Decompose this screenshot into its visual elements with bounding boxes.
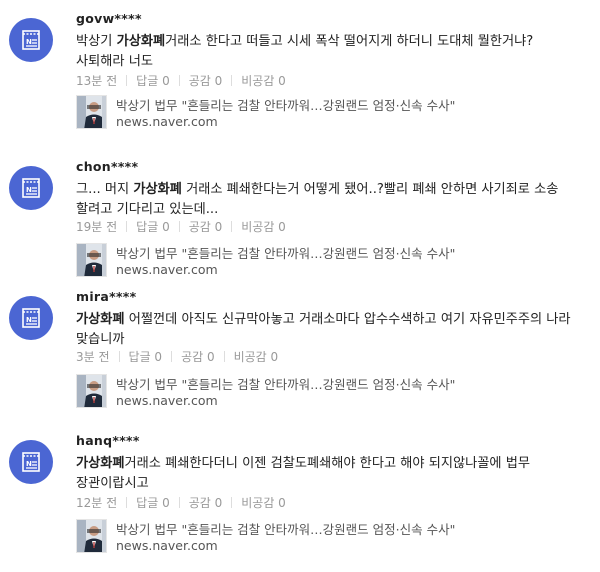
comment-keyword: 가상화폐 [133, 182, 182, 197]
comment-time: 3분 전 [76, 350, 110, 364]
svg-text:N: N [26, 460, 32, 468]
comment-text-prefix: 그... 머지 [76, 182, 134, 197]
comment-username[interactable]: chon**** [76, 159, 138, 174]
meta-divider [178, 75, 180, 86]
dislike-button[interactable]: 비공감 0 [241, 494, 286, 511]
comment-keyword: 가상화폐 [76, 456, 125, 471]
meta-divider [118, 351, 120, 362]
reply-button[interactable]: 답글 0 [136, 494, 170, 511]
meta-divider [171, 351, 173, 362]
dislike-button[interactable]: 비공감 0 [241, 218, 286, 235]
svg-text:N: N [26, 38, 32, 46]
comment-meta: 3분 전 답글 0 공감 0 비공감 0 [76, 348, 278, 365]
comment-meta: 12분 전 답글 0 공감 0 비공감 0 [76, 494, 286, 511]
meta-divider [178, 497, 180, 508]
comment-text-body: 어쩔껀데 아직도 신규막아놓고 거래소마다 압수수색하고 여기 자유민주주의 나… [76, 312, 571, 347]
comment-username[interactable]: mira**** [76, 289, 136, 304]
meta-divider [126, 221, 128, 232]
meta-divider [178, 221, 180, 232]
article-domain: news.naver.com [116, 262, 218, 277]
meta-divider [126, 497, 128, 508]
comment-text: 가상화폐 어쩔껀데 아직도 신규막아놓고 거래소마다 압수수색하고 여기 자유민… [76, 310, 582, 350]
article-title[interactable]: 박상기 법무 "흔들리는 검찰 안타까워…강원랜드 엄정·신속 수사" [116, 243, 455, 262]
like-button[interactable]: 공감 0 [189, 218, 223, 235]
comment-meta: 19분 전 답글 0 공감 0 비공감 0 [76, 218, 286, 235]
comment-keyword: 가상화폐 [76, 312, 125, 327]
like-button[interactable]: 공감 0 [181, 348, 215, 365]
article-link[interactable]: 박상기 법무 "흔들리는 검찰 안타까워…강원랜드 엄정·신속 수사" news.… [76, 243, 576, 277]
meta-divider [231, 221, 233, 232]
comment-username[interactable]: govw**** [76, 11, 142, 26]
news-document-icon[interactable]: N [9, 18, 53, 62]
svg-text:N: N [26, 186, 32, 194]
article-link[interactable]: 박상기 법무 "흔들리는 검찰 안타까워…강원랜드 엄정·신속 수사" news.… [76, 374, 576, 408]
comment-time: 12분 전 [76, 496, 118, 510]
reply-button[interactable]: 답글 0 [136, 218, 170, 235]
article-title[interactable]: 박상기 법무 "흔들리는 검찰 안타까워…강원랜드 엄정·신속 수사" [116, 374, 455, 393]
like-button[interactable]: 공감 0 [189, 494, 223, 511]
article-title[interactable]: 박상기 법무 "흔들리는 검찰 안타까워…강원랜드 엄정·신속 수사" [116, 519, 455, 538]
article-domain: news.naver.com [116, 538, 218, 553]
comment-text-prefix: 박상기 [76, 34, 117, 49]
article-thumbnail[interactable] [76, 374, 107, 408]
article-thumbnail[interactable] [76, 95, 107, 129]
article-link[interactable]: 박상기 법무 "흔들리는 검찰 안타까워…강원랜드 엄정·신속 수사" news.… [76, 519, 576, 553]
news-document-icon[interactable]: N [9, 296, 53, 340]
reply-button[interactable]: 답글 0 [129, 348, 163, 365]
article-domain: news.naver.com [116, 114, 218, 129]
dislike-button[interactable]: 비공감 0 [234, 348, 279, 365]
comment-username[interactable]: hanq**** [76, 433, 140, 448]
news-document-icon[interactable]: N [9, 166, 53, 210]
comment-text: 가상화폐거래소 폐쇄한다더니 이젠 검찰도폐쇄해야 한다고 해야 되지않나꼴에 … [76, 454, 582, 494]
comment-text: 박상기 가상화폐거래소 한다고 떠들고 시세 폭삭 떨어지게 하더니 도대체 뭘… [76, 32, 582, 72]
comment-keyword: 가상화폐 [116, 34, 166, 49]
meta-divider [223, 351, 225, 362]
meta-divider [231, 497, 233, 508]
meta-divider [231, 75, 233, 86]
svg-text:N: N [26, 316, 32, 324]
article-thumbnail[interactable] [76, 243, 107, 277]
reply-button[interactable]: 답글 0 [136, 72, 170, 89]
article-link[interactable]: 박상기 법무 "흔들리는 검찰 안타까워…강원랜드 엄정·신속 수사" news.… [76, 95, 576, 129]
comment-text-body: 거래소 폐쇄한다더니 이젠 검찰도폐쇄해야 한다고 해야 되지않나꼴에 법무 장… [76, 456, 530, 491]
article-thumbnail[interactable] [76, 519, 107, 553]
meta-divider [126, 75, 128, 86]
comment-meta: 13분 전 답글 0 공감 0 비공감 0 [76, 72, 286, 89]
comment-time: 19분 전 [76, 220, 118, 234]
dislike-button[interactable]: 비공감 0 [241, 72, 286, 89]
article-title[interactable]: 박상기 법무 "흔들리는 검찰 안타까워…강원랜드 엄정·신속 수사" [116, 95, 455, 114]
news-document-icon[interactable]: N [9, 440, 53, 484]
like-button[interactable]: 공감 0 [189, 72, 223, 89]
comment-text: 그... 머지 가상화폐 거래소 폐쇄한다는거 어떻게 됐어..?빨리 폐쇄 안… [76, 180, 582, 220]
comment-time: 13분 전 [76, 74, 118, 88]
article-domain: news.naver.com [116, 393, 218, 408]
